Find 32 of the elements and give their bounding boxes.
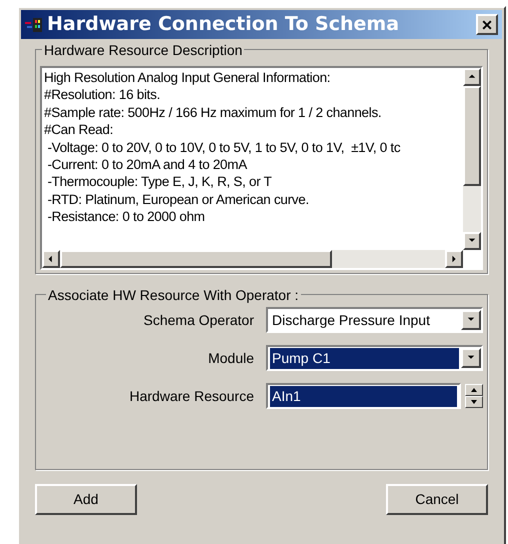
description-line: #Can Read: <box>44 121 114 139</box>
field-label: Module <box>207 348 255 368</box>
dropdown-button[interactable] <box>461 310 481 330</box>
dropdown-button[interactable] <box>461 348 481 368</box>
description-line: #Sample rate: 500Hz / 166 Hz maximum for 1 / 2 channels. <box>44 104 382 122</box>
app-icon <box>25 16 43 32</box>
field-label: Hardware Resource <box>128 386 255 406</box>
vertical-scrollbar[interactable] <box>463 68 481 250</box>
up-arrow-icon <box>471 388 477 392</box>
dialog-button[interactable]: Cancel <box>386 484 488 515</box>
horizontal-scrollbar[interactable] <box>42 250 463 268</box>
description-line: High Resolution Analog Input General Information: <box>44 69 332 86</box>
description-line: -Thermocouple: Type E, J, K, R, S, or T <box>46 173 273 191</box>
left-arrow-icon <box>47 255 55 263</box>
right-arrow-icon <box>450 255 458 263</box>
window-title: Hardware Connection To Schema <box>47 12 400 38</box>
dropdown-field[interactable]: Pump C1 <box>266 345 483 371</box>
field-label: Schema Operator <box>142 310 255 330</box>
dropdown-field[interactable]: Discharge Pressure Input <box>266 307 483 333</box>
description-line: #Resolution: 16 bits. <box>44 86 162 104</box>
spinner-field[interactable]: AIn1 <box>266 383 461 409</box>
field-value: AIn1 <box>270 386 457 406</box>
up-arrow-icon <box>468 73 476 81</box>
description-line: -RTD: Platinum, European or American curve. <box>46 190 310 208</box>
dialog-button[interactable]: Add <box>35 484 137 515</box>
close-button[interactable]: × <box>476 14 498 35</box>
description-line: -Voltage: 0 to 20V, 0 to 10V, 0 to 5V, 1 to 5V, 0 to 1V, ±1V, 0 tc <box>46 138 402 156</box>
description-line: -Current: 0 to 20mA and 4 to 20mA <box>46 156 248 174</box>
field-value: Pump C1 <box>270 348 459 368</box>
description-line: -Resistance: 0 to 2000 ohm <box>46 208 206 226</box>
spinner-buttons[interactable] <box>465 384 483 408</box>
down-arrow-icon <box>471 400 477 404</box>
